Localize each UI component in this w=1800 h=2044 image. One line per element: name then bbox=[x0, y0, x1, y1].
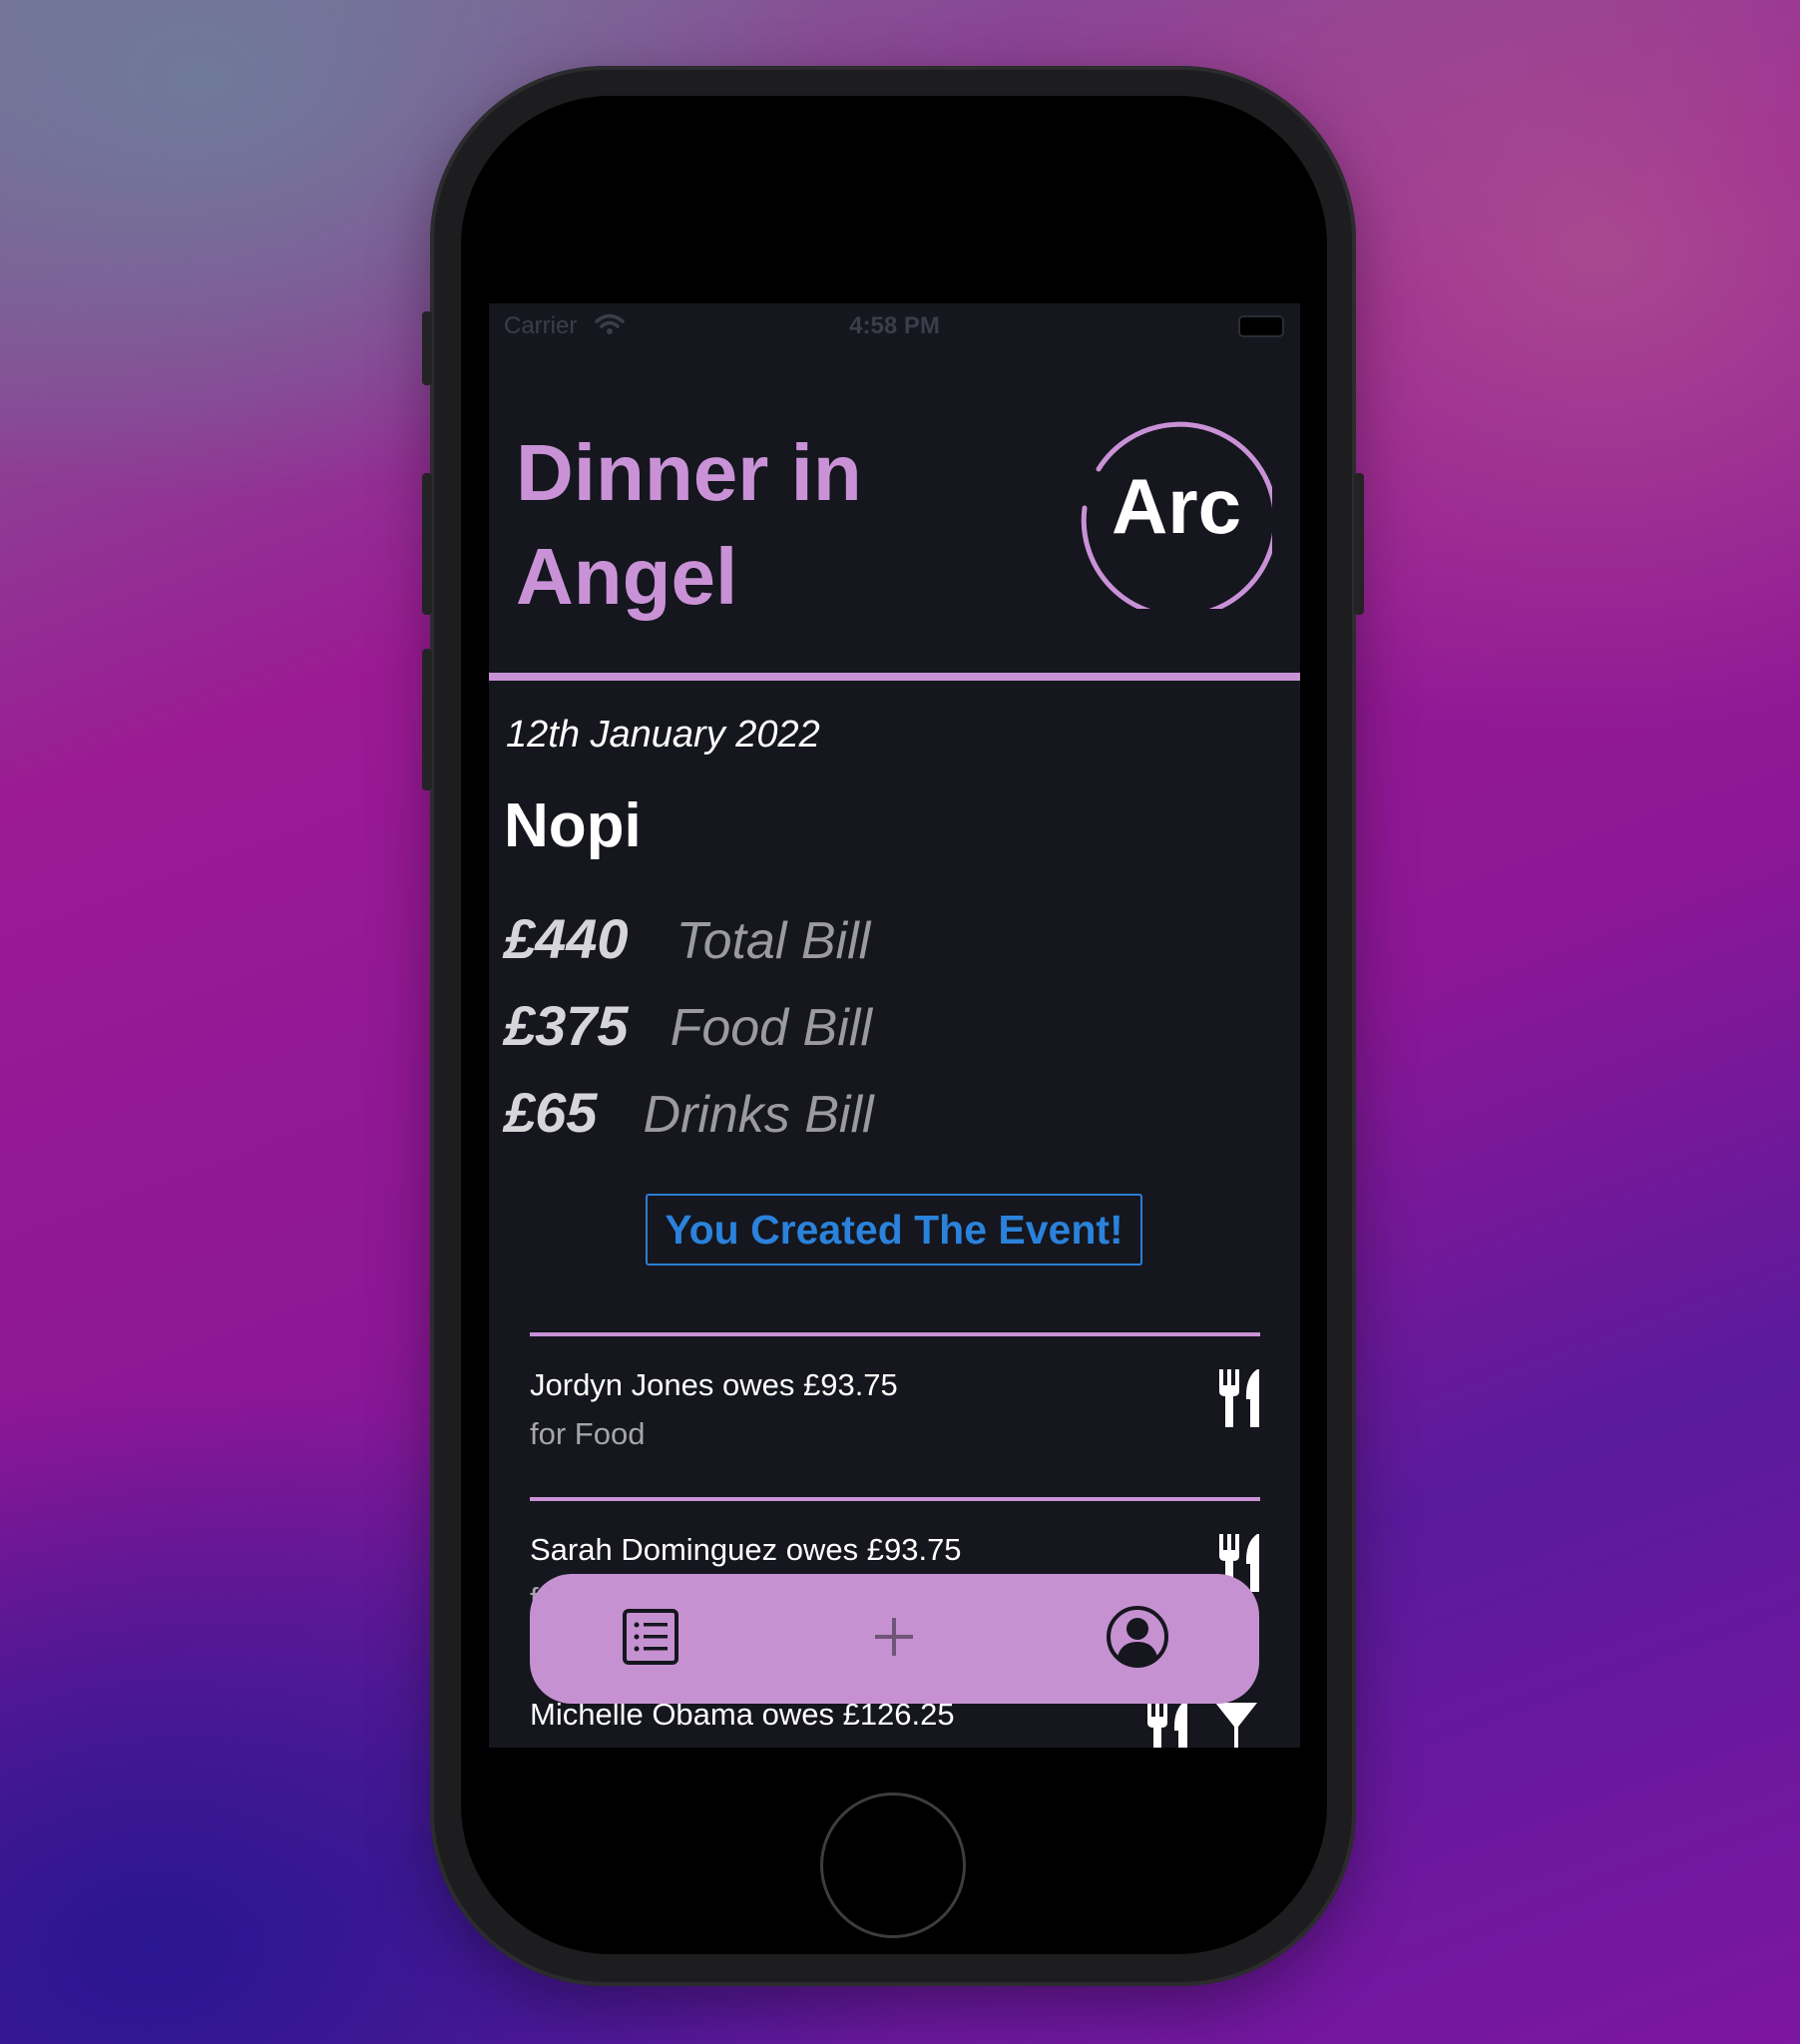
drinks-bill-row: £65 Drinks Bill bbox=[504, 1080, 874, 1160]
volume-up-button bbox=[422, 473, 432, 615]
bill-label: Total Bill bbox=[675, 912, 871, 970]
plus-icon bbox=[873, 1616, 915, 1663]
bill-amount: £440 bbox=[504, 907, 629, 970]
cocktail-glass-icon bbox=[1213, 1701, 1259, 1748]
arc-logo: Arc bbox=[1077, 413, 1278, 619]
fork-knife-icon bbox=[1145, 1701, 1189, 1748]
food-bill-row: £375 Food Bill bbox=[504, 993, 872, 1073]
bill-amount: £375 bbox=[504, 994, 629, 1057]
owe-text: Sarah Dominguez owes £93.75 bbox=[530, 1532, 962, 1567]
total-bill-row: £440 Total Bill bbox=[504, 906, 870, 986]
venue-name: Nopi bbox=[504, 791, 642, 860]
list-icon bbox=[622, 1608, 679, 1671]
logo-text: Arc bbox=[1112, 462, 1241, 550]
bill-label: Drinks Bill bbox=[643, 1086, 874, 1144]
status-time: 4:58 PM bbox=[849, 312, 940, 339]
header-divider bbox=[489, 673, 1300, 681]
home-button[interactable] bbox=[820, 1792, 966, 1938]
list-divider bbox=[530, 1332, 1260, 1336]
power-button bbox=[1354, 473, 1364, 615]
tab-events[interactable] bbox=[600, 1574, 701, 1704]
event-title: Dinner in Angel bbox=[516, 428, 862, 621]
fork-knife-icon bbox=[1217, 1369, 1261, 1432]
tab-create[interactable] bbox=[843, 1574, 945, 1704]
tab-profile[interactable] bbox=[1087, 1574, 1188, 1704]
volume-down-button bbox=[422, 649, 432, 790]
bill-amount: £65 bbox=[504, 1081, 598, 1144]
mute-switch bbox=[422, 311, 432, 385]
app-screen: Carrier 4:58 PM Dinner in Angel Arc 12th… bbox=[489, 303, 1300, 1748]
owe-text: Jordyn Jones owes £93.75 bbox=[530, 1367, 898, 1402]
bill-label: Food Bill bbox=[670, 999, 872, 1057]
creator-badge: You Created The Event! bbox=[646, 1194, 1142, 1266]
battery-icon bbox=[1238, 315, 1284, 337]
list-divider bbox=[530, 1497, 1260, 1501]
person-circle-icon bbox=[1106, 1605, 1169, 1674]
tab-bar bbox=[530, 1574, 1259, 1704]
status-bar: Carrier 4:58 PM bbox=[489, 303, 1300, 347]
owe-subtext: for Food bbox=[530, 1416, 646, 1451]
event-date: 12th January 2022 bbox=[506, 714, 820, 756]
